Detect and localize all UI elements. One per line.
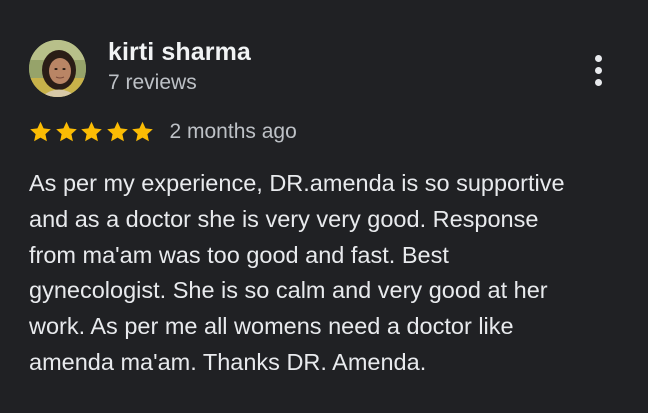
review-time: 2 months ago [169, 120, 297, 143]
more-vert-icon-dot [594, 66, 602, 74]
more-vert-icon [594, 54, 602, 62]
star-icon [30, 121, 51, 142]
star-rating [28, 120, 156, 144]
more-options-button[interactable] [584, 50, 612, 90]
reviewer-name[interactable]: kirti sharma [108, 38, 251, 67]
more-vert-icon-dot [594, 78, 602, 86]
review-card: kirti sharma 7 reviews 2 months ago As p… [0, 0, 648, 413]
star-icon [55, 121, 77, 142]
star-icon [81, 121, 102, 142]
reviewer-avatar[interactable] [29, 40, 86, 97]
review-text: As per my experience, DR.amenda is so su… [29, 170, 565, 375]
star-icon [132, 121, 153, 142]
rating-row: 2 months ago [28, 118, 297, 146]
reviewer-review-count: 7 reviews [108, 71, 197, 94]
star-icon [106, 121, 128, 142]
avatar-photo [29, 40, 86, 97]
